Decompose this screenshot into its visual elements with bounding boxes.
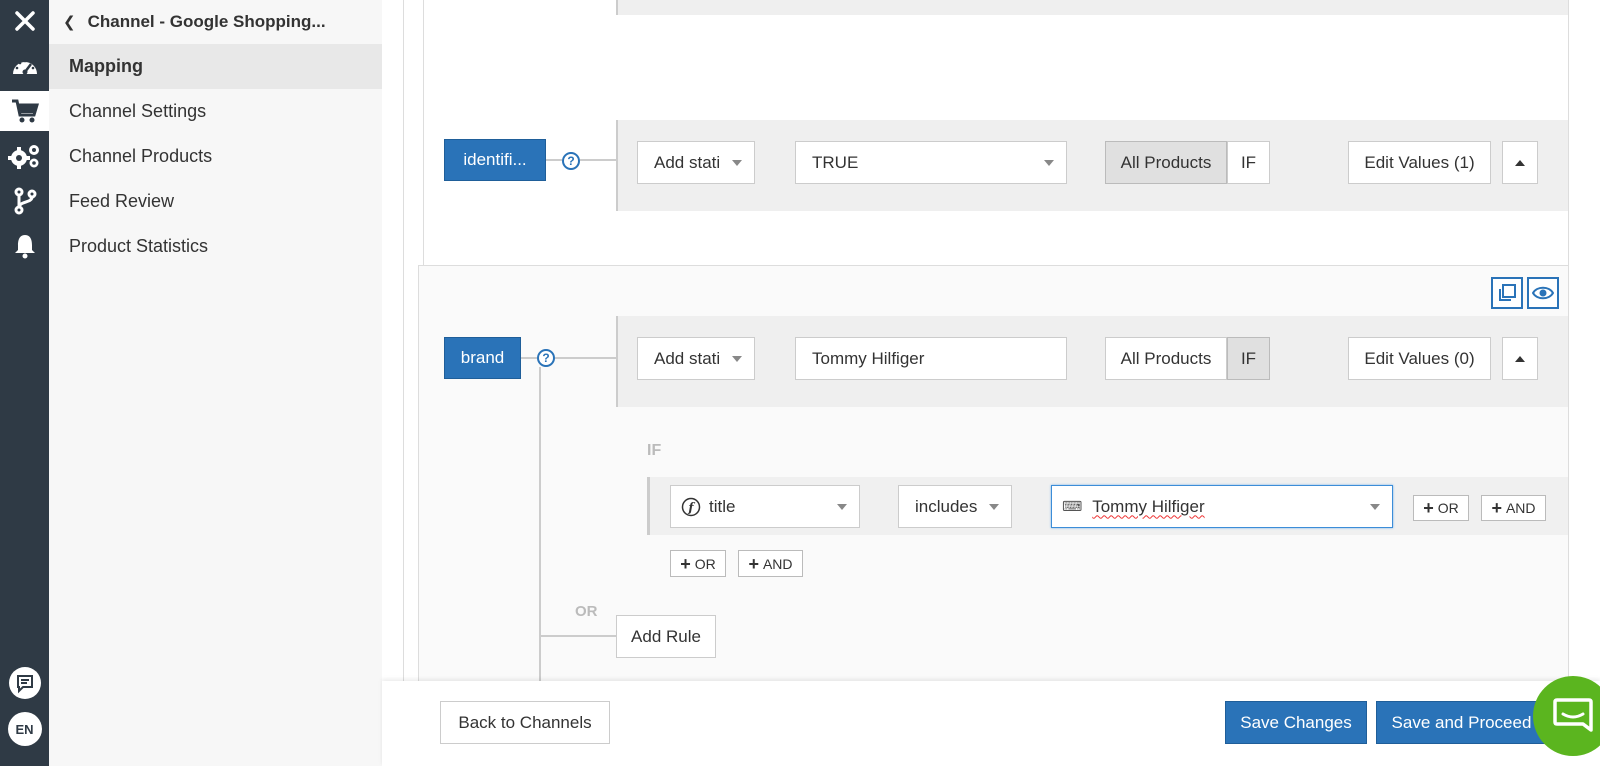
caret-down-icon — [1044, 159, 1054, 166]
main-content: identifi... ? Add stati TRUE All Product… — [382, 0, 1600, 766]
sidebar-item-mapping[interactable]: Mapping — [49, 44, 382, 89]
help-icon[interactable]: ? — [537, 349, 555, 367]
add-rule-button[interactable]: Add Rule — [616, 615, 716, 658]
caret-down-icon — [837, 503, 847, 510]
preview-button[interactable] — [1527, 277, 1559, 309]
caret-down-icon — [732, 355, 742, 362]
add-or-label: OR — [694, 555, 716, 572]
keyboard-icon: ⌨ — [1062, 498, 1083, 514]
add-and-label: AND — [762, 555, 793, 572]
all-products-button[interactable]: All Products — [1105, 337, 1227, 380]
help-icon[interactable]: ? — [562, 152, 580, 170]
plus-icon: + — [748, 553, 759, 574]
sidebar-item-product-statistics[interactable]: Product Statistics — [49, 224, 382, 269]
add-or-label: OR — [1437, 500, 1459, 516]
chat-icon — [1553, 698, 1593, 732]
source-select[interactable]: Add stati — [637, 337, 755, 380]
dashboard-icon[interactable] — [0, 46, 49, 86]
operator-value: includes — [915, 496, 978, 516]
value-select-value: TRUE — [812, 152, 859, 172]
condition-value: Tommy Hilfiger — [1092, 496, 1205, 516]
copy-button[interactable] — [1491, 277, 1523, 309]
add-or-group-button[interactable]: + OR — [670, 550, 726, 577]
back-to-channels-button[interactable]: Back to Channels — [440, 701, 610, 744]
channel-title: Channel - Google Shopping... — [87, 12, 326, 31]
connector — [546, 159, 562, 161]
field-chip-identifier[interactable]: identifi... — [444, 139, 546, 181]
chevron-left-icon: ❮ — [63, 14, 76, 31]
function-icon: f — [681, 497, 701, 516]
close-icon[interactable] — [0, 1, 49, 41]
attribute-select[interactable]: f title — [670, 485, 860, 528]
value-select[interactable]: TRUE — [795, 141, 1067, 184]
feedback-icon[interactable] — [0, 663, 49, 703]
plus-icon: + — [1423, 498, 1434, 518]
if-label: IF — [647, 442, 662, 459]
settings-icon[interactable] — [0, 136, 49, 176]
connector — [580, 159, 616, 161]
add-or-button[interactable]: + OR — [1413, 495, 1469, 521]
save-and-proceed-button[interactable]: Save and Proceed — [1376, 701, 1547, 744]
collapse-button[interactable] — [1502, 337, 1538, 380]
collapse-button[interactable] — [1502, 141, 1538, 184]
source-select-value: Add stati — [654, 348, 721, 368]
language-icon[interactable]: EN — [0, 709, 49, 749]
plus-icon: + — [680, 553, 691, 574]
value-input[interactable]: Tommy Hilfiger — [795, 337, 1067, 380]
add-and-button[interactable]: + AND — [1481, 495, 1546, 521]
footer-bar: Back to Channels Save Changes Save and P… — [382, 681, 1600, 766]
sidebar-item-channel-products[interactable]: Channel Products — [49, 134, 382, 179]
caret-down-icon — [732, 159, 742, 166]
if-button[interactable]: IF — [1227, 337, 1270, 380]
rule-bar-previous — [616, 0, 1568, 15]
caret-down-icon — [1370, 503, 1380, 510]
divider — [403, 0, 404, 700]
edit-values-button[interactable]: Edit Values (0) — [1348, 337, 1491, 380]
back-link[interactable]: ❮ Channel - Google Shopping... — [49, 0, 382, 44]
condition-value-input[interactable]: ⌨ Tommy Hilfiger — [1051, 485, 1393, 528]
bell-icon[interactable] — [0, 226, 49, 266]
attribute-value: title — [709, 496, 736, 516]
source-select-value: Add stati — [654, 152, 721, 172]
or-divider-label: OR — [575, 603, 598, 620]
caret-up-icon — [1515, 159, 1525, 166]
operator-select[interactable]: includes — [898, 485, 1012, 528]
branch-icon[interactable] — [0, 181, 49, 221]
caret-down-icon — [989, 503, 999, 510]
language-label: EN — [7, 712, 42, 746]
add-and-label: AND — [1505, 500, 1536, 516]
svg-text:f: f — [687, 500, 695, 514]
connector — [539, 635, 616, 637]
caret-up-icon — [1515, 355, 1525, 362]
all-products-button[interactable]: All Products — [1105, 141, 1227, 184]
cart-icon[interactable] — [0, 91, 49, 131]
connector — [555, 357, 616, 359]
save-changes-button[interactable]: Save Changes — [1225, 701, 1367, 744]
sidebar-item-feed-review[interactable]: Feed Review — [49, 179, 382, 224]
icon-rail: EN — [0, 0, 49, 766]
connector — [521, 357, 537, 359]
add-and-group-button[interactable]: + AND — [738, 550, 803, 577]
connector — [539, 367, 541, 685]
if-button[interactable]: IF — [1227, 141, 1270, 184]
eye-icon — [1532, 286, 1554, 300]
sidebar: ❮ Channel - Google Shopping... Mapping C… — [49, 0, 382, 766]
plus-icon: + — [1491, 498, 1502, 518]
edit-values-button[interactable]: Edit Values (1) — [1348, 141, 1491, 184]
source-select[interactable]: Add stati — [637, 141, 755, 184]
sidebar-item-channel-settings[interactable]: Channel Settings — [49, 89, 382, 134]
field-chip-brand[interactable]: brand — [444, 337, 521, 379]
value-input-value: Tommy Hilfiger — [812, 348, 925, 368]
copy-icon — [1499, 284, 1516, 301]
